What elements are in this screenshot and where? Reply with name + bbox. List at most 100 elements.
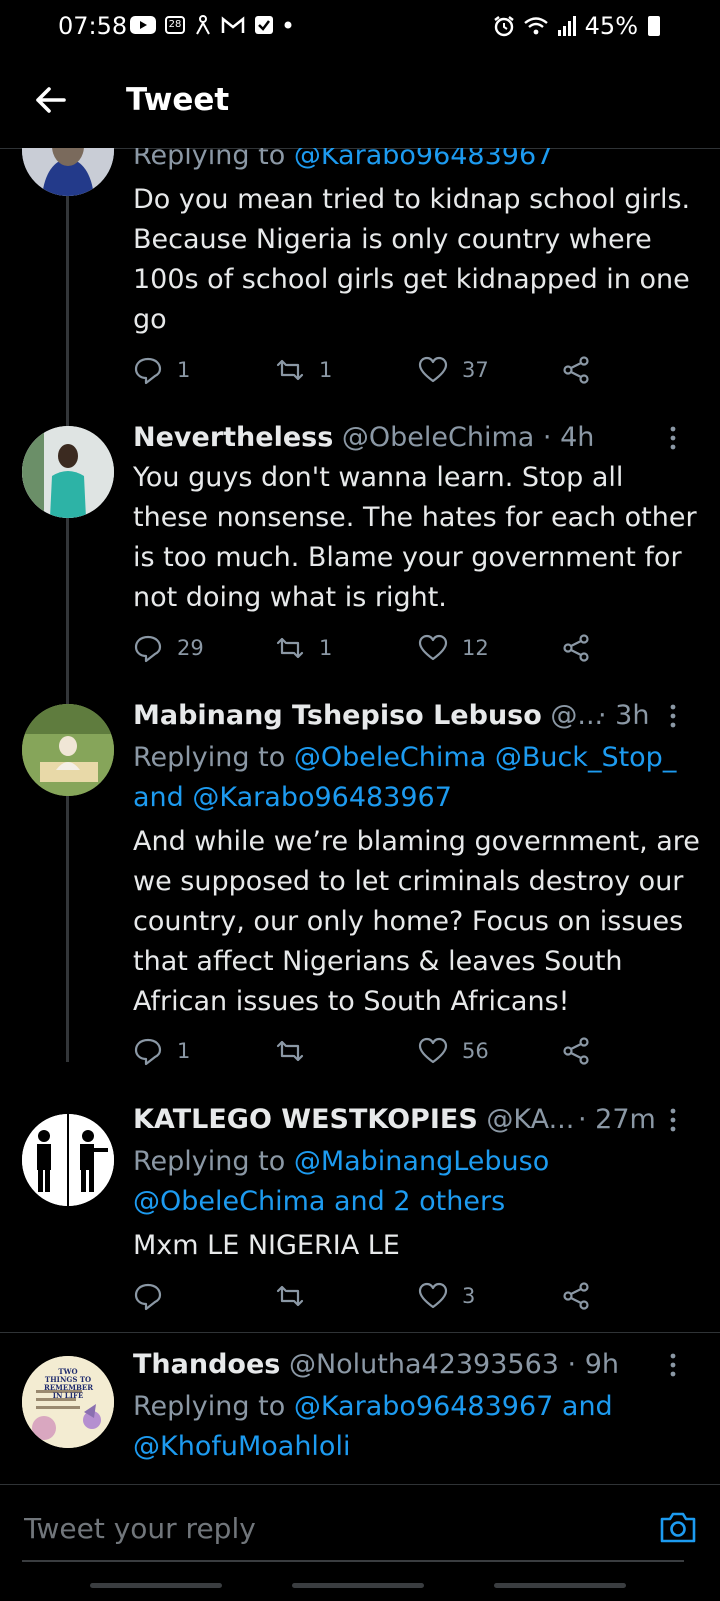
- timestamp: · 4h: [542, 422, 595, 453]
- more-options-icon[interactable]: [663, 1108, 683, 1132]
- reply-context: Replying to @ObeleChima @Buck_Stop_ and …: [133, 738, 703, 818]
- share-button[interactable]: [561, 1036, 591, 1066]
- reply-input[interactable]: [22, 1505, 626, 1551]
- system-nav-bar: [0, 1570, 720, 1600]
- reply-icon: [134, 1038, 162, 1066]
- user-handle[interactable]: @KA...: [486, 1104, 574, 1135]
- nav-back[interactable]: [494, 1583, 626, 1588]
- share-icon: [563, 356, 589, 384]
- battery-percent: 45%: [584, 12, 638, 40]
- retweet-icon: [276, 359, 304, 381]
- back-arrow-icon[interactable]: [30, 80, 70, 120]
- display-name[interactable]: Mabinang Tshepiso Lebuso: [133, 700, 542, 731]
- retweet-icon: [276, 1040, 304, 1062]
- notification-icon: [196, 15, 210, 35]
- avatar[interactable]: [22, 148, 114, 196]
- tweet-header: Thandoes @Nolutha42393563 · 9h: [133, 1345, 693, 1385]
- reply-button[interactable]: 29: [133, 633, 204, 663]
- user-handle[interactable]: @ObeleChima: [342, 422, 534, 453]
- tweet-text: Do you mean tried to kidnap school girls…: [133, 184, 691, 335]
- reply-context: Replying to @Karabo96483967 and @KhofuMo…: [133, 1387, 703, 1467]
- reply-mention[interactable]: @MabinangLebuso: [294, 1146, 549, 1177]
- retweet-icon: [276, 1285, 304, 1307]
- composer-underline: [22, 1560, 684, 1562]
- nav-recent-apps[interactable]: [90, 1583, 222, 1588]
- avatar-image: [22, 148, 114, 196]
- tweet-text: Mxm LE NIGERIA LE: [133, 1230, 400, 1261]
- status-notification-icons: 28: [130, 14, 293, 36]
- share-icon: [563, 1282, 589, 1310]
- like-count: 37: [462, 358, 489, 382]
- tweet-actions: 1 56: [133, 1036, 603, 1070]
- timestamp: · 9h: [567, 1349, 619, 1380]
- like-button[interactable]: 3: [418, 1281, 475, 1311]
- timestamp: · 27m: [578, 1104, 656, 1135]
- thread-connector: [66, 192, 69, 1062]
- like-count: 56: [462, 1039, 489, 1063]
- reply-mention[interactable]: @Karabo96483967 and: [294, 1391, 613, 1422]
- reply-icon: [134, 357, 162, 385]
- share-icon: [563, 634, 589, 662]
- page-title: Tweet: [126, 82, 230, 118]
- camera-icon[interactable]: [658, 1509, 698, 1545]
- avatar-image: [22, 704, 114, 796]
- reply-mention[interactable]: @ObeleChima @Buck_Stop_: [294, 742, 677, 773]
- avatar[interactable]: TWO THINGS TO REMEMBER IN LIFE: [22, 1356, 114, 1448]
- retweet-count: 1: [319, 636, 333, 660]
- retweet-button[interactable]: 1: [275, 355, 332, 385]
- avatar[interactable]: [22, 426, 114, 518]
- youtube-icon: [130, 16, 156, 34]
- like-button[interactable]: 56: [418, 1036, 489, 1066]
- tweet-header: Nevertheless @ObeleChima · 4h: [133, 418, 693, 458]
- tweet-actions: 29 1 12: [133, 633, 603, 667]
- reply-and-text: and: [133, 782, 184, 813]
- reply-count: 29: [177, 636, 204, 660]
- retweet-button[interactable]: 1: [275, 633, 332, 663]
- calendar-icon: 28: [165, 16, 185, 34]
- avatar-image: [22, 426, 114, 518]
- more-options-icon[interactable]: [663, 426, 683, 450]
- signal-icon: [557, 16, 576, 36]
- display-name[interactable]: KATLEGO WESTKOPIES: [133, 1104, 478, 1135]
- display-name[interactable]: Nevertheless: [133, 422, 333, 453]
- reply-button[interactable]: 1: [133, 1036, 190, 1066]
- reply-count: 1: [177, 358, 191, 382]
- status-bar: 07:58 28 45%: [0, 0, 720, 52]
- reply-mention[interactable]: @Karabo96483967: [294, 148, 554, 171]
- timestamp: · 3h: [598, 700, 650, 731]
- share-button[interactable]: [561, 355, 591, 385]
- like-button[interactable]: 37: [418, 355, 489, 385]
- heart-icon: [418, 634, 448, 661]
- reply-mention[interactable]: @KhofuMoahloli: [133, 1431, 350, 1462]
- like-count: 12: [462, 636, 489, 660]
- like-count: 3: [462, 1284, 476, 1308]
- status-time: 07:58: [58, 12, 128, 40]
- retweet-button[interactable]: [275, 1281, 319, 1311]
- tweet-text: You guys don't wanna learn. Stop all the…: [133, 462, 697, 613]
- like-button[interactable]: 12: [418, 633, 489, 663]
- display-name[interactable]: Thandoes: [133, 1349, 280, 1380]
- tweet-actions: 3: [133, 1281, 603, 1315]
- reply-context: Replying to @Karabo96483967: [133, 148, 703, 176]
- more-options-icon[interactable]: [663, 1353, 683, 1377]
- avatar[interactable]: [22, 1114, 114, 1206]
- tweet-actions: 1 1 37: [133, 355, 603, 389]
- tweet-thread[interactable]: Replying to @Karabo96483967 Do you mean …: [0, 148, 720, 1484]
- tweet-text: And while we’re blaming government, are …: [133, 826, 700, 1017]
- more-options-icon[interactable]: [663, 704, 683, 728]
- share-button[interactable]: [561, 1281, 591, 1311]
- retweet-button[interactable]: [275, 1036, 319, 1066]
- reply-button[interactable]: 1: [133, 355, 190, 385]
- app-bar: Tweet: [0, 52, 720, 149]
- reply-mention[interactable]: @Karabo96483967: [192, 782, 452, 813]
- share-button[interactable]: [561, 633, 591, 663]
- user-handle[interactable]: @...: [550, 700, 603, 731]
- reply-button[interactable]: [133, 1281, 177, 1311]
- user-handle[interactable]: @Nolutha42393563: [289, 1349, 559, 1380]
- avatar-caption: TWO THINGS TO REMEMBER IN LIFE: [44, 1367, 94, 1400]
- share-icon: [563, 1037, 589, 1065]
- reply-icon: [134, 635, 162, 663]
- avatar[interactable]: [22, 704, 114, 796]
- reply-mention[interactable]: @ObeleChima and 2 others: [133, 1186, 505, 1217]
- nav-home[interactable]: [292, 1583, 424, 1588]
